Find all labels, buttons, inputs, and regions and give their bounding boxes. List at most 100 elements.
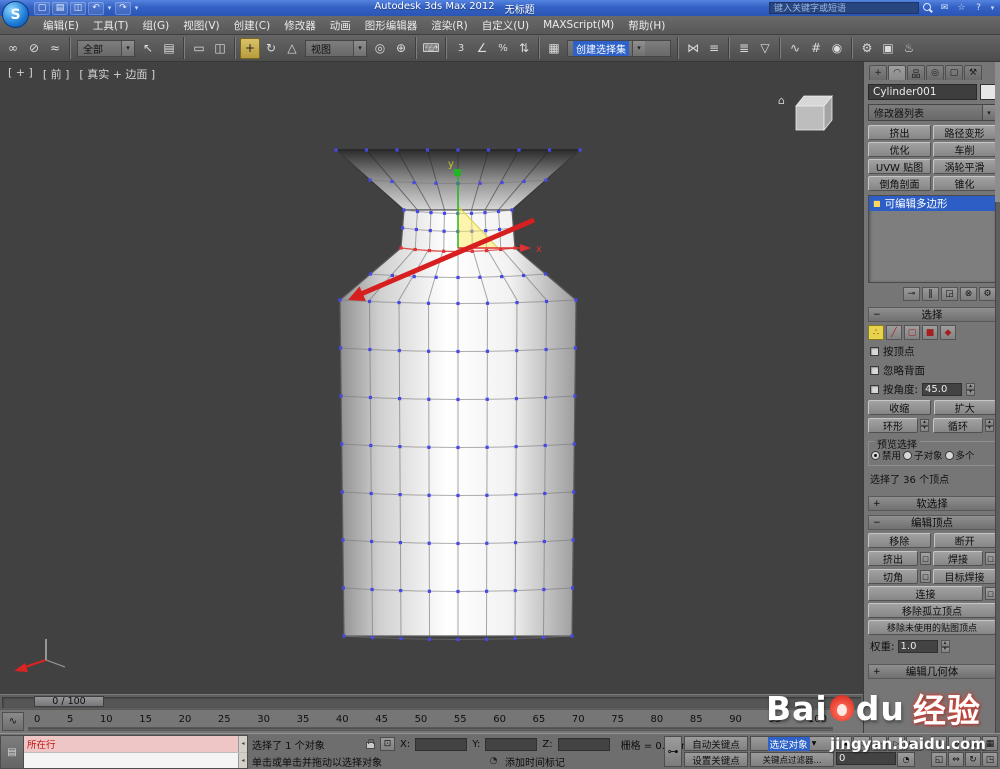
maximize-viewport-toggle-icon[interactable]: ◳ — [982, 752, 998, 767]
modifier-set-button-6[interactable]: 涡轮平滑 — [933, 159, 996, 174]
chamfer-button[interactable]: 切角 — [868, 569, 918, 584]
make-unique-icon[interactable]: ◲ — [941, 287, 958, 301]
modifier-stack[interactable]: ■ 可编辑多边形 — [868, 195, 996, 283]
favorites-star-icon[interactable]: ☆ — [955, 2, 968, 15]
remove-modifier-icon[interactable]: ⊗ — [960, 287, 977, 301]
undo-icon[interactable]: ↶ — [88, 1, 104, 15]
select-and-manipulate-icon[interactable]: ⊕ — [391, 38, 411, 59]
menu-item-6[interactable]: 修改器 — [277, 16, 323, 34]
set-keys-button[interactable]: ⊶ — [664, 736, 682, 767]
reference-coordinate-system-dropdown[interactable]: 视图 ▾ — [305, 39, 367, 57]
menu-item-1[interactable]: 编辑(E) — [36, 16, 86, 34]
tab-create-icon[interactable]: + — [869, 65, 887, 80]
select-object-icon[interactable]: ↖ — [138, 38, 158, 59]
ring-spinner[interactable]: ▴ ▾ — [920, 419, 931, 432]
viewport-shading-label[interactable]: 真实 + 边面 — [79, 66, 155, 82]
spinner-down-icon[interactable]: ▾ — [920, 425, 929, 432]
remove-isolated-vertices-button[interactable]: 移除孤立顶点 — [868, 603, 996, 618]
graphite-ribbon-toggle-icon[interactable]: ▽ — [755, 38, 775, 59]
ring-button[interactable]: 环形 — [868, 418, 918, 433]
menu-item-5[interactable]: 创建(C) — [227, 16, 278, 34]
schematic-view-icon[interactable]: # — [806, 38, 826, 59]
angle-snap-toggle-icon[interactable]: ∠ — [472, 38, 492, 59]
new-scene-icon[interactable]: ▢ — [34, 1, 50, 15]
modifier-set-button-4[interactable]: 车削 — [933, 142, 996, 157]
menu-item-12[interactable]: 帮助(H) — [621, 16, 672, 34]
z-coordinate-field[interactable] — [557, 737, 610, 751]
spinner-snap-toggle-icon[interactable]: ⇅ — [514, 38, 534, 59]
communication-center-icon[interactable]: ✉ — [938, 2, 951, 15]
panel-scrollbar[interactable] — [995, 62, 1000, 733]
modifier-set-button-5[interactable]: UVW 贴图 — [868, 159, 931, 174]
object-color-swatch[interactable] — [980, 84, 996, 100]
tab-modify-icon[interactable]: ◠ — [888, 65, 906, 80]
menu-item-9[interactable]: 渲染(R) — [424, 16, 475, 34]
modifier-set-button-8[interactable]: 锥化 — [933, 176, 996, 191]
preview-subobj-radio[interactable] — [903, 450, 913, 460]
tab-motion-icon[interactable]: ◎ — [926, 65, 944, 80]
set-key-button[interactable]: 设置关键点 — [684, 752, 748, 767]
spinner-down-icon[interactable]: ▾ — [940, 646, 950, 653]
infocenter-search-input[interactable] — [769, 2, 919, 14]
unlink-selection-icon[interactable]: ⊘ — [24, 38, 44, 59]
absolute-offset-toggle-icon[interactable]: ⊡ — [380, 737, 395, 751]
go-to-start-icon[interactable]: |◀ — [836, 736, 853, 751]
target-weld-button[interactable]: 目标焊接 — [933, 569, 996, 584]
redo-dropdown-arrow-icon[interactable]: ▾ — [133, 4, 140, 12]
spinner-down-icon[interactable]: ▾ — [985, 425, 994, 432]
pan-view-icon[interactable]: ⇔ — [948, 752, 964, 767]
angle-spinner[interactable]: ▴ ▾ — [966, 383, 976, 396]
curve-editor-icon[interactable]: ∿ — [785, 38, 805, 59]
stack-item-editable-poly[interactable]: ■ 可编辑多边形 — [869, 196, 995, 211]
sub-object-border-icon[interactable]: ▢ — [904, 325, 920, 340]
y-coordinate-field[interactable] — [485, 737, 538, 751]
by-vertex-checkbox[interactable] — [870, 347, 879, 356]
open-file-icon[interactable]: ▤ — [52, 1, 68, 15]
edit-named-selection-sets-icon[interactable]: ▦ — [544, 38, 564, 59]
zoom-extents-all-icon[interactable]: ▦ — [982, 736, 998, 751]
angle-value-field[interactable] — [922, 383, 963, 396]
show-end-result-icon[interactable]: ‖ — [922, 287, 939, 301]
connect-button[interactable]: 连接 — [868, 586, 983, 601]
use-pivot-point-center-icon[interactable]: ◎ — [370, 38, 390, 59]
help-dropdown-arrow-icon[interactable]: ▾ — [989, 4, 996, 12]
modifier-set-button-3[interactable]: 优化 — [868, 142, 931, 157]
window-crossing-icon[interactable]: ◫ — [210, 38, 230, 59]
pin-stack-icon[interactable]: ⊸ — [903, 287, 920, 301]
zoom-all-icon[interactable]: ⊛ — [948, 736, 964, 751]
loop-button[interactable]: 循环 — [933, 418, 983, 433]
break-button[interactable]: 断开 — [933, 533, 996, 548]
snaps-toggle-icon[interactable]: 3 — [451, 38, 471, 59]
menu-item-11[interactable]: MAXScript(M) — [536, 16, 621, 34]
selection-filter-dropdown[interactable]: 全部 ▾ — [77, 39, 135, 57]
extrude-button[interactable]: 挤出 — [868, 551, 918, 566]
chevron-down-icon[interactable]: ▾ — [121, 40, 134, 56]
auto-key-button[interactable]: 自动关键点 — [684, 736, 748, 751]
go-to-end-icon[interactable]: ▶| — [905, 736, 923, 751]
modifier-set-button-2[interactable]: 路径变形 — [933, 125, 996, 140]
rollout-edit-geometry-header[interactable]: + 编辑几何体 — [868, 664, 996, 679]
select-and-link-icon[interactable]: ∞ — [3, 38, 23, 59]
mini-listener-icon[interactable]: ▤ — [0, 735, 24, 769]
chevron-down-icon[interactable]: ▾ — [632, 40, 645, 56]
mini-curve-editor-icon[interactable]: ∿ — [2, 712, 24, 731]
modifier-set-button-7[interactable]: 倒角剖面 — [868, 176, 931, 191]
zoom-icon[interactable]: ⊕ — [931, 736, 947, 751]
save-file-icon[interactable]: ◫ — [70, 1, 86, 15]
redo-icon[interactable]: ↷ — [115, 1, 131, 15]
tab-hierarchy-icon[interactable]: 品 — [907, 65, 925, 80]
weight-spinner[interactable]: ▴ ▾ — [940, 640, 950, 653]
material-editor-icon[interactable]: ◉ — [827, 38, 847, 59]
modifier-set-button-1[interactable]: 挤出 — [868, 125, 931, 140]
zoom-extents-icon[interactable]: ▣ — [965, 736, 981, 751]
add-time-tag[interactable]: 添加时间标记 — [505, 754, 565, 769]
named-selection-sets-dropdown[interactable]: 创建选择集 ▾ — [567, 39, 671, 57]
chevron-down-icon[interactable]: ▾ — [353, 40, 366, 56]
select-and-move-icon[interactable]: + — [240, 37, 260, 59]
help-icon[interactable]: ? — [972, 2, 985, 15]
time-slider-handle[interactable]: 0 / 100 — [34, 696, 104, 707]
extrude-settings-icon[interactable]: □ — [920, 552, 931, 565]
select-and-scale-icon[interactable]: △ — [282, 38, 302, 59]
shrink-button[interactable]: 收缩 — [868, 400, 931, 415]
sub-object-edge-icon[interactable]: ╱ — [886, 325, 902, 340]
